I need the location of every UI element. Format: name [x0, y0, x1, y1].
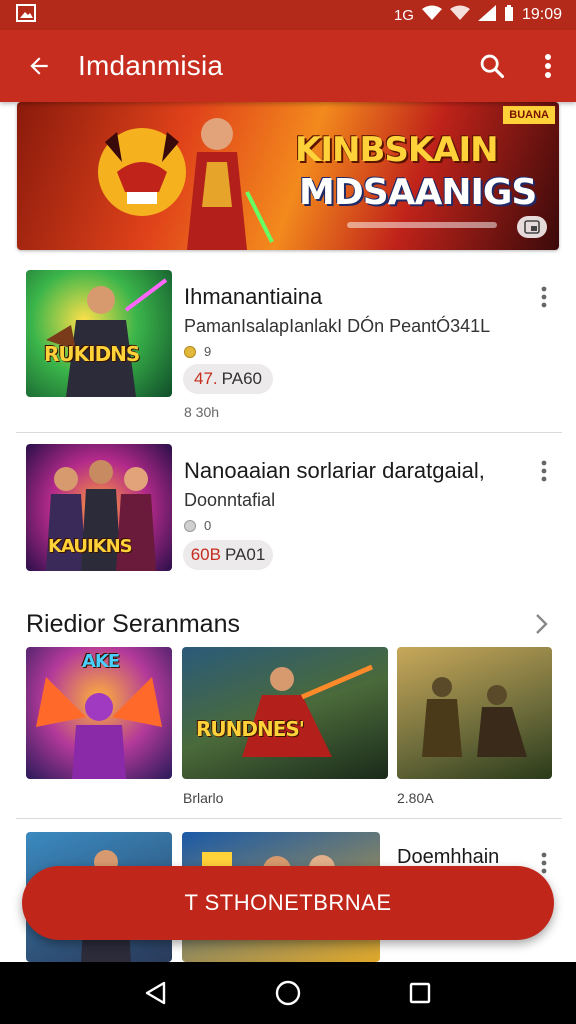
- signal-icon: [477, 4, 496, 26]
- primary-action-button[interactable]: T STHONETBRNAE: [22, 866, 554, 940]
- more-vert-icon: [541, 460, 547, 482]
- tile-caption: Brlarlo: [183, 790, 224, 806]
- app-list-item[interactable]: KAUIKNS Nanoaaian sorlariar daratgaial, …: [0, 444, 576, 610]
- more-vert-icon: [545, 54, 551, 78]
- battery-icon: [504, 4, 514, 27]
- hero-banner[interactable]: KINBSKAIN MDSAANIGS BUANA: [17, 102, 559, 250]
- hero-title: KINBSKAIN: [295, 130, 499, 170]
- app-thumbnail: RUKIDNS: [26, 270, 172, 397]
- nav-home-button[interactable]: [266, 971, 310, 1015]
- item-more-button[interactable]: [534, 282, 554, 312]
- price-button[interactable]: 60B PA01: [183, 540, 273, 570]
- carousel-tile[interactable]: RUNDNES': [182, 647, 388, 779]
- item-more-button[interactable]: [534, 456, 554, 486]
- square-recents-icon: [409, 982, 431, 1004]
- app-list-item[interactable]: RUKIDNS Ihmanantiaina PamanIsalapIanlakI…: [0, 270, 576, 436]
- section-title: Riedior Seranmans: [26, 610, 240, 638]
- list-divider: [16, 432, 562, 433]
- tile-artwork: [422, 677, 527, 757]
- app-bar: Imdanmisia: [0, 30, 576, 102]
- back-button[interactable]: [0, 30, 78, 102]
- hero-character-illustration: [98, 118, 274, 250]
- thumbnail-artwork: [46, 278, 168, 397]
- price-accent: 47.: [194, 369, 218, 388]
- list-divider: [16, 818, 562, 819]
- hero-tagline-bar: [347, 222, 497, 228]
- carousel-tile[interactable]: AKE: [26, 647, 172, 779]
- triangle-back-icon: [145, 981, 166, 1005]
- wifi-icon: [421, 5, 442, 26]
- tile-label: RUNDNES': [196, 717, 305, 741]
- tile-caption: 2.80A: [397, 790, 434, 806]
- rating-value: 0: [204, 518, 212, 533]
- app-title: Nanoaaian sorlariar daratgaial,: [184, 458, 485, 483]
- wifi-alt-icon: [449, 5, 470, 26]
- carousel-tile[interactable]: [397, 647, 552, 779]
- rating-value: 9: [204, 344, 212, 359]
- content-scroll[interactable]: KINBSKAIN MDSAANIGS BUANA RUKIDNS Ihmana…: [0, 102, 576, 962]
- more-vert-icon: [541, 852, 547, 874]
- status-indicators: 1G 19:09: [394, 4, 562, 27]
- price-button[interactable]: 47. PA60: [183, 364, 273, 394]
- nav-recents-button[interactable]: [398, 971, 442, 1015]
- price-value: PA01: [224, 545, 266, 564]
- app-size: 8 30h: [184, 404, 220, 420]
- app-subtitle: Doonntafial: [184, 490, 276, 510]
- app-title: Ihmanantiaina: [184, 284, 323, 309]
- app-rating: 0: [184, 518, 211, 533]
- hero-subtitle: MDSAANIGS: [299, 172, 537, 213]
- system-navigation-bar: [0, 962, 576, 1024]
- network-label: 1G: [393, 6, 414, 24]
- tile-label: AKE: [82, 651, 120, 672]
- app-rating: 9: [184, 344, 211, 359]
- app-thumbnail: KAUIKNS: [26, 444, 172, 571]
- section-see-more-button[interactable]: [528, 610, 556, 638]
- arrow-left-icon: [30, 57, 48, 75]
- app-bar-title: Imdanmisia: [78, 50, 224, 81]
- thumbnail-label: KAUIKNS: [48, 536, 133, 557]
- gallery-notification-icon: [16, 3, 36, 27]
- app-subtitle: PamanIsalapIanlakI DÓn PeantÓ341L: [184, 316, 491, 336]
- hero-badge: BUANA: [503, 106, 555, 124]
- coin-icon: [184, 345, 196, 358]
- pip-icon: [524, 220, 540, 234]
- tile-artwork: [242, 664, 373, 757]
- chevron-right-icon: [536, 614, 548, 634]
- coin-icon: [184, 519, 196, 532]
- status-bar: 1G 19:09: [0, 0, 576, 30]
- price-accent: 60B: [190, 545, 221, 564]
- pip-button[interactable]: [517, 216, 547, 238]
- search-button[interactable]: [464, 30, 520, 102]
- search-icon: [480, 54, 505, 79]
- overflow-menu-button[interactable]: [520, 30, 576, 102]
- status-time: 19:09: [521, 6, 562, 23]
- circle-home-icon: [275, 980, 301, 1006]
- nav-back-button[interactable]: [134, 971, 178, 1015]
- price-value: PA60: [221, 369, 262, 388]
- more-vert-icon: [541, 286, 547, 308]
- thumbnail-label: RUKIDNS: [44, 342, 140, 366]
